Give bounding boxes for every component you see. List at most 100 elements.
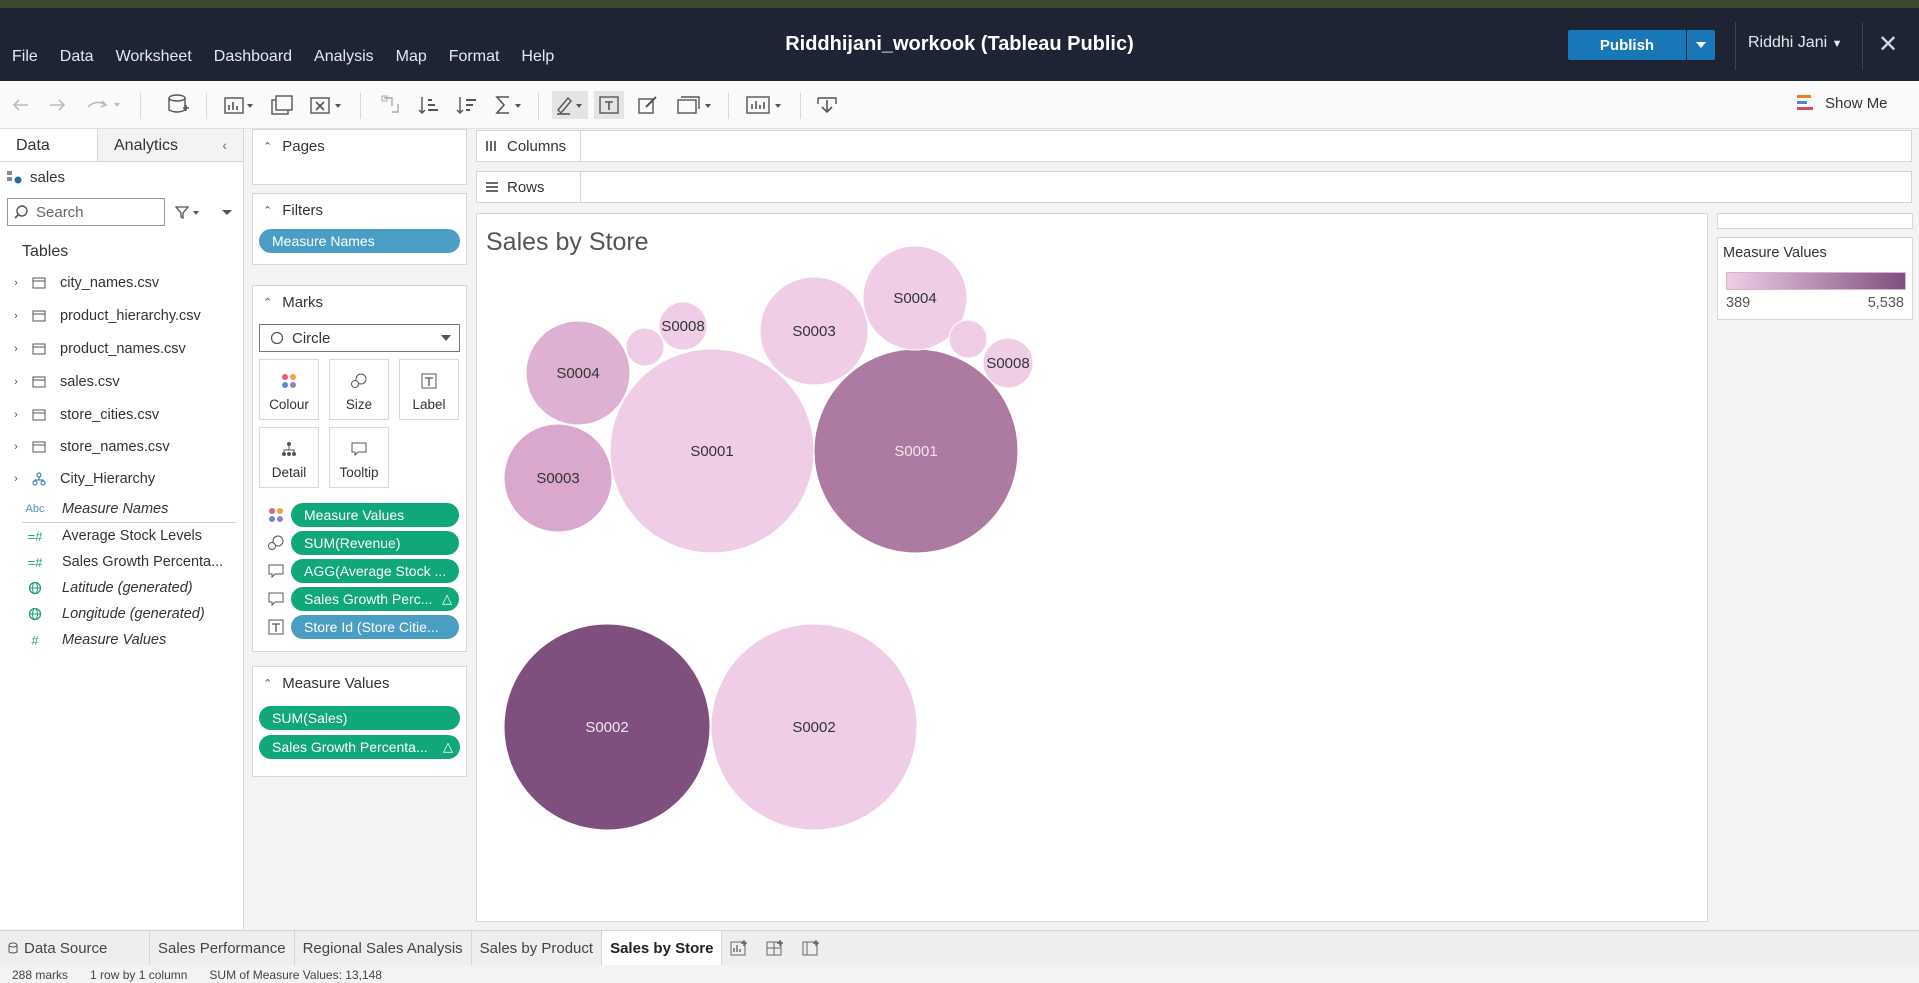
chevron-up-icon[interactable]: ⌃: [263, 204, 272, 217]
mark-field-pill[interactable]: AGG(Average Stock ...: [291, 559, 459, 583]
pill-label: AGG(Average Stock ...: [304, 563, 447, 579]
chevron-right-icon[interactable]: ›: [8, 343, 24, 355]
measure-value-pill[interactable]: SUM(Sales): [259, 706, 460, 730]
new-story-icon[interactable]: [794, 931, 830, 966]
swap-rows-columns-icon[interactable]: [378, 91, 404, 119]
mark-field-pill[interactable]: SUM(Revenue): [291, 531, 459, 555]
totals-icon[interactable]: [492, 91, 526, 119]
hierarchy-icon: [28, 472, 50, 486]
chevron-right-icon[interactable]: ›: [8, 473, 24, 485]
chevron-right-icon[interactable]: ›: [8, 277, 24, 289]
new-dashboard-icon[interactable]: [758, 931, 794, 966]
tooltip-button[interactable]: Tooltip: [329, 427, 389, 488]
duplicate-sheet-icon[interactable]: [268, 91, 296, 119]
filter-icon[interactable]: [175, 205, 201, 219]
chevron-right-icon[interactable]: ›: [8, 310, 24, 322]
pill-label: Sales Growth Perc...: [304, 591, 433, 607]
field-item[interactable]: Longitude (generated): [0, 601, 243, 627]
datasource-item[interactable]: sales: [0, 162, 243, 192]
pill-label: SUM(Sales): [272, 710, 348, 726]
table-item[interactable]: › city_names.csv: [0, 266, 243, 299]
collapse-pane-icon[interactable]: ‹: [222, 137, 227, 153]
presentation-icon[interactable]: [744, 91, 784, 119]
publish-dropdown-button[interactable]: [1687, 30, 1715, 60]
menu-worksheet[interactable]: Worksheet: [116, 48, 192, 66]
table-item[interactable]: › product_hierarchy.csv: [0, 299, 243, 332]
menu-analysis[interactable]: Analysis: [314, 48, 374, 66]
field-item[interactable]: Abc Measure Names: [0, 496, 243, 522]
tab-data-source[interactable]: Data Source: [0, 930, 150, 966]
format-workbook-icon[interactable]: [634, 91, 662, 119]
show-me-button[interactable]: Show Me: [1797, 94, 1888, 112]
bubble-mark[interactable]: [948, 319, 988, 359]
tab-analytics[interactable]: Analytics ‹: [98, 129, 243, 161]
colour-button[interactable]: Colour: [259, 359, 319, 420]
bubble-mark[interactable]: [625, 327, 665, 367]
columns-label: Columns: [477, 131, 581, 161]
rows-shelf[interactable]: Rows: [476, 171, 1912, 203]
user-menu[interactable]: Riddhi Jani ▼: [1748, 34, 1843, 52]
tab-sales-performance[interactable]: Sales Performance: [150, 930, 295, 966]
chevron-right-icon[interactable]: ›: [8, 409, 24, 421]
download-icon[interactable]: [814, 91, 840, 119]
legend-title: Measure Values: [1723, 245, 1827, 261]
mark-type-select[interactable]: Circle: [259, 324, 460, 352]
new-worksheet-icon[interactable]: [722, 931, 758, 966]
menu-data[interactable]: Data: [60, 48, 94, 66]
show-mark-labels-icon[interactable]: [594, 91, 624, 119]
calculated-measure-icon: =#: [27, 528, 43, 544]
clear-sheet-icon[interactable]: [308, 91, 346, 119]
menu-format[interactable]: Format: [449, 48, 500, 66]
filter-pill[interactable]: Measure Names: [259, 229, 460, 253]
highlight-icon[interactable]: [552, 91, 588, 119]
table-item[interactable]: › store_cities.csv: [0, 398, 243, 431]
tab-sales-by-product[interactable]: Sales by Product: [472, 930, 603, 966]
close-icon[interactable]: ✕: [1878, 30, 1898, 59]
fit-icon[interactable]: [674, 91, 714, 119]
menu-map[interactable]: Map: [396, 48, 427, 66]
tab-data[interactable]: Data: [0, 129, 98, 161]
publish-button[interactable]: Publish: [1568, 30, 1686, 60]
size-button[interactable]: Size: [329, 359, 389, 420]
search-input[interactable]: Search: [7, 198, 165, 226]
sort-ascending-icon[interactable]: [416, 91, 442, 119]
chevron-up-icon[interactable]: ⌃: [263, 140, 272, 153]
table-item[interactable]: › store_names.csv: [0, 431, 243, 462]
tab-sales-by-store[interactable]: Sales by Store: [602, 930, 723, 966]
mark-field-pill[interactable]: Store Id (Store Citie...: [291, 615, 459, 639]
field-item[interactable]: =# Average Stock Levels: [0, 523, 243, 549]
measure-value-pill[interactable]: Sales Growth Percenta... △: [259, 735, 460, 759]
new-datasource-icon[interactable]: [165, 91, 191, 119]
menu-help[interactable]: Help: [521, 48, 554, 66]
table-item[interactable]: › sales.csv: [0, 365, 243, 398]
bubble-label: S0002: [792, 719, 835, 736]
pill-label: Store Id (Store Citie...: [304, 619, 439, 635]
chevron-up-icon[interactable]: ⌃: [263, 296, 272, 309]
new-worksheet-icon[interactable]: [222, 91, 256, 119]
marks-title: Marks: [282, 293, 324, 311]
tab-regional-sales-analysis[interactable]: Regional Sales Analysis: [295, 930, 472, 966]
sort-descending-icon[interactable]: [454, 91, 480, 119]
mark-field-pill[interactable]: Sales Growth Perc... △: [291, 587, 459, 611]
columns-shelf[interactable]: Columns: [476, 130, 1912, 162]
chevron-right-icon[interactable]: ›: [8, 441, 24, 453]
chevron-up-icon[interactable]: ⌃: [263, 677, 272, 690]
label-button[interactable]: Label: [399, 359, 459, 420]
field-item[interactable]: # Measure Values: [0, 627, 243, 653]
mark-field-pill[interactable]: Measure Values: [291, 503, 459, 527]
redo-history-icon[interactable]: [84, 91, 124, 119]
menu-file[interactable]: File: [12, 48, 38, 66]
field-item[interactable]: =# Sales Growth Percenta...: [0, 549, 243, 575]
undo-icon[interactable]: [8, 91, 32, 119]
delta-icon: △: [442, 591, 452, 606]
field-name: Sales Growth Percenta...: [62, 554, 224, 570]
redo-icon[interactable]: [46, 91, 70, 119]
dropdown-menu-icon[interactable]: [219, 205, 235, 219]
chevron-right-icon[interactable]: ›: [8, 376, 24, 388]
field-item[interactable]: Latitude (generated): [0, 575, 243, 601]
tooltip-icon: [261, 591, 291, 607]
detail-button[interactable]: Detail: [259, 427, 319, 488]
menu-dashboard[interactable]: Dashboard: [214, 48, 292, 66]
table-item[interactable]: › product_names.csv: [0, 332, 243, 365]
hierarchy-item[interactable]: › City_Hierarchy: [0, 462, 243, 496]
